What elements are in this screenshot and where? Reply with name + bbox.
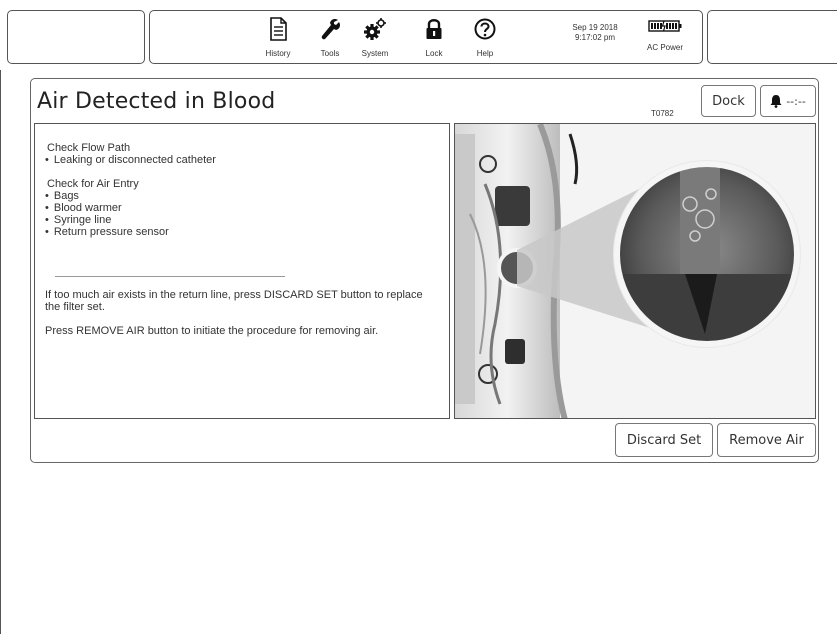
discard-instruction: If too much air exists in the return lin… xyxy=(45,289,423,313)
lock-label: Lock xyxy=(425,49,443,58)
time-text: 9:17:02 pm xyxy=(574,33,616,42)
lock-icon xyxy=(426,19,442,39)
top-bar-center: History Tools System Lock Help Sep 19 20… xyxy=(149,10,703,64)
air-entry-item: Return pressure sensor xyxy=(45,226,439,238)
instructions-box: Check Flow Path Leaking or disconnected … xyxy=(34,123,450,419)
wrench-icon xyxy=(321,19,340,40)
discard-set-button[interactable]: Discard Set xyxy=(615,423,713,457)
tools-label: Tools xyxy=(320,49,340,58)
remove-air-instruction: Press REMOVE AIR button to initiate the … xyxy=(45,325,379,337)
alarm-title: Air Detected in Blood xyxy=(37,89,276,114)
power-status: AC Power xyxy=(640,19,690,52)
top-bar: History Tools System Lock Help Sep 19 20… xyxy=(0,0,837,70)
alarm-panel: Air Detected in Blood T0782 Dock --:-- C… xyxy=(30,78,819,463)
air-entry-heading: Check for Air Entry xyxy=(47,178,139,190)
air-entry-item: Syringe line xyxy=(45,214,439,226)
history-button[interactable]: History xyxy=(258,17,298,63)
top-bar-right-slot xyxy=(707,10,837,64)
date-time-display: Sep 19 2018 9:17:02 pm xyxy=(560,23,630,43)
device-illustration xyxy=(454,123,816,419)
air-detector-photo xyxy=(455,124,815,418)
history-label: History xyxy=(265,49,291,58)
page-left-edge xyxy=(0,70,1,634)
bell-icon xyxy=(770,95,782,108)
help-button[interactable]: Help xyxy=(465,17,505,63)
bell-status: --:-- xyxy=(786,94,806,108)
divider xyxy=(55,276,285,277)
flow-path-heading: Check Flow Path xyxy=(47,142,131,154)
power-label: AC Power xyxy=(646,43,683,52)
document-icon xyxy=(270,17,287,41)
question-circle-icon xyxy=(474,18,496,40)
battery-plug-icon xyxy=(648,20,682,32)
alarm-code: T0782 xyxy=(651,109,674,118)
system-label: System xyxy=(361,49,389,58)
flow-item: Leaking or disconnected catheter xyxy=(45,154,439,166)
tools-button[interactable]: Tools xyxy=(310,17,350,63)
lock-button[interactable]: Lock xyxy=(414,17,454,63)
alarm-bell-button[interactable]: --:-- xyxy=(760,85,816,117)
date-text: Sep 19 2018 xyxy=(572,23,618,32)
system-button[interactable]: System xyxy=(355,17,395,63)
help-label: Help xyxy=(476,49,494,58)
air-entry-item: Bags xyxy=(45,190,439,202)
gears-icon xyxy=(364,18,386,40)
remove-air-button[interactable]: Remove Air xyxy=(717,423,816,457)
dock-button[interactable]: Dock xyxy=(701,85,756,117)
top-bar-left-slot xyxy=(7,10,145,64)
air-entry-item: Blood warmer xyxy=(45,202,439,214)
